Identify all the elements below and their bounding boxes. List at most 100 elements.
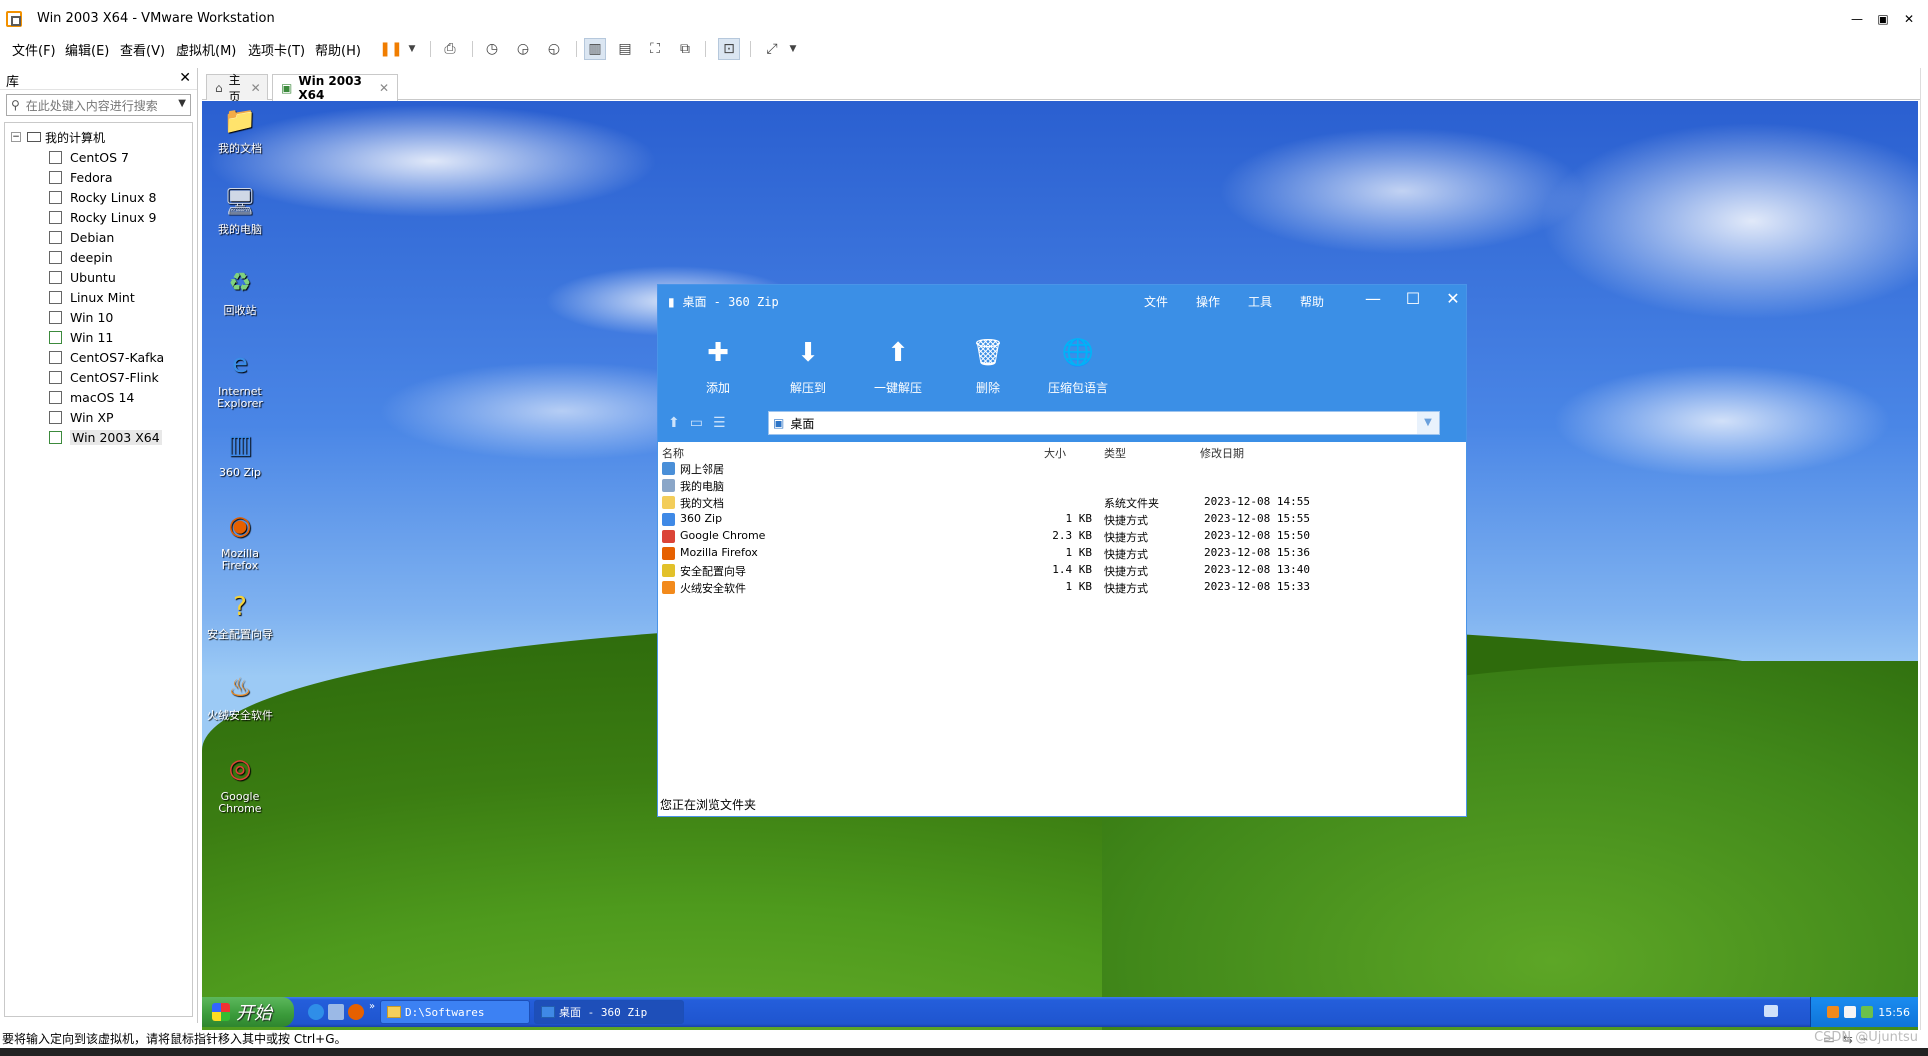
tree-vm-item[interactable]: Win 10 xyxy=(5,307,192,327)
tree-root-my-computer[interactable]: − 我的计算机 xyxy=(5,127,192,147)
quicklaunch-firefox-icon[interactable] xyxy=(348,1004,364,1020)
guest-taskbar: 开始 » D:\Softwares 桌面 - 360 Zip 15:56 xyxy=(202,997,1918,1027)
desktop-icon-item[interactable]: ♻ 回收站 xyxy=(202,265,278,317)
desktop-icon-item[interactable]: 🖥 我的电脑 xyxy=(202,184,278,236)
desktop-icon-item[interactable]: ? 安全配置向导 xyxy=(202,589,278,641)
tree-vm-item[interactable]: Win 2003 X64 xyxy=(5,427,192,447)
col-type[interactable]: 类型 xyxy=(1104,445,1126,461)
close-button[interactable]: ✕ xyxy=(1896,9,1922,29)
thumbnail-view-icon[interactable]: ▭ xyxy=(690,415,703,431)
collapse-icon[interactable]: − xyxy=(11,132,21,142)
tree-vm-item[interactable]: Ubuntu xyxy=(5,267,192,287)
tab-win2003[interactable]: ▣ Win 2003 X64 ✕ xyxy=(272,74,398,102)
close-library-icon[interactable]: ✕ xyxy=(179,70,191,86)
huorong-tray-icon[interactable] xyxy=(1827,1006,1840,1018)
tree-vm-item[interactable]: Win 11 xyxy=(5,327,192,347)
col-name[interactable]: 名称 xyxy=(662,445,684,461)
zip-file-row[interactable]: 360 Zip 1 KB 快捷方式 2023-12-08 15:55 xyxy=(662,511,1462,528)
menu-edit[interactable]: 编辑(E) xyxy=(65,40,109,59)
full-screen-icon[interactable]: ⛶ xyxy=(644,38,666,60)
zip-delete-button[interactable]: 🗑 删除 xyxy=(948,333,1028,396)
stretch-dropdown-icon[interactable]: ▼ xyxy=(782,38,804,60)
zip-file-row[interactable]: Mozilla Firefox 1 KB 快捷方式 2023-12-08 15:36 xyxy=(662,545,1462,562)
menu-file[interactable]: 文件(F) xyxy=(12,40,56,59)
tree-vm-item[interactable]: Rocky Linux 9 xyxy=(5,207,192,227)
tray-notification-icon[interactable] xyxy=(1764,1005,1778,1017)
zip-menu-tools[interactable]: 工具 xyxy=(1248,293,1272,310)
zip-file-row[interactable]: 我的文档 系统文件夹 2023-12-08 14:55 xyxy=(662,494,1462,511)
folder-documents-icon: 📁 xyxy=(223,106,257,136)
thumbnail-bar-icon[interactable]: ▤ xyxy=(614,38,636,60)
taskbar-item-360zip[interactable]: 桌面 - 360 Zip xyxy=(534,1000,684,1024)
guest-desktop[interactable]: 📁 我的文档 🖥 我的电脑 ♻ 回收站 e Internet Explorer ▥ 360 Zip… xyxy=(202,101,1918,1030)
up-arrow-icon[interactable]: ⬆ xyxy=(668,415,680,431)
snapshot-manager-icon[interactable]: ◵ xyxy=(543,38,565,60)
tree-vm-item[interactable]: Linux Mint xyxy=(5,287,192,307)
taskbar-item-softwares[interactable]: D:\Softwares xyxy=(380,1000,530,1024)
close-tab-icon[interactable]: ✕ xyxy=(379,81,389,95)
show-library-icon[interactable]: ▥ xyxy=(584,38,606,60)
desktop-icon-item[interactable]: e Internet Explorer xyxy=(202,346,278,410)
zip-menu-action[interactable]: 操作 xyxy=(1196,293,1220,310)
zip-language-button[interactable]: 🌐 压缩包语言 xyxy=(1038,333,1118,396)
zip-address-bar[interactable]: ▣ 桌面 ▼ xyxy=(768,411,1440,435)
unity-icon[interactable]: ⧉ xyxy=(674,38,696,60)
tree-vm-item[interactable]: CentOS7-Flink xyxy=(5,367,192,387)
tree-vm-item[interactable]: Rocky Linux 8 xyxy=(5,187,192,207)
tree-vm-item[interactable]: CentOS 7 xyxy=(5,147,192,167)
maximize-button[interactable]: ▣ xyxy=(1870,9,1896,29)
zip-minimize-button[interactable]: — xyxy=(1358,289,1388,308)
tree-vm-item[interactable]: Fedora xyxy=(5,167,192,187)
library-search-input[interactable]: ⚲ 在此处键入内容进行搜索 ▼ xyxy=(6,94,191,116)
revert-snapshot-icon[interactable]: ◶ xyxy=(512,38,534,60)
tab-home[interactable]: ⌂ 主页 ✕ xyxy=(206,73,268,104)
desktop-icon-item[interactable]: 📁 我的文档 xyxy=(202,103,278,155)
zip-maximize-button[interactable]: ☐ xyxy=(1398,289,1428,308)
zip-menu-file[interactable]: 文件 xyxy=(1144,293,1168,310)
address-dropdown-icon[interactable]: ▼ xyxy=(1417,412,1439,434)
zip-file-row[interactable]: 我的电脑 xyxy=(662,477,1462,494)
menu-tabs[interactable]: 选项卡(T) xyxy=(248,40,305,59)
file-size: 1 KB xyxy=(1065,580,1093,593)
zip-close-button[interactable]: ✕ xyxy=(1438,289,1468,308)
menu-help[interactable]: 帮助(H) xyxy=(315,40,361,59)
tree-vm-item[interactable]: CentOS7-Kafka xyxy=(5,347,192,367)
pause-dropdown-icon[interactable]: ▼ xyxy=(401,38,423,60)
zip-add-button[interactable]: ✚ 添加 xyxy=(678,333,758,396)
zip-file-row[interactable]: 火绒安全软件 1 KB 快捷方式 2023-12-08 15:33 xyxy=(662,579,1462,596)
col-modified[interactable]: 修改日期 xyxy=(1200,445,1244,461)
list-view-icon[interactable]: ☰ xyxy=(713,415,726,431)
desktop-icon-item[interactable]: ◉ Mozilla Firefox xyxy=(202,508,278,572)
vmware-tools-tray-icon[interactable] xyxy=(1844,1006,1857,1018)
minimize-button[interactable]: — xyxy=(1844,9,1870,29)
menu-vm[interactable]: 虚拟机(M) xyxy=(176,40,236,59)
desktop-icon-item[interactable]: ♨ 火绒安全软件 xyxy=(202,670,278,722)
console-view-icon[interactable]: ⊡ xyxy=(718,38,740,60)
quicklaunch-more-icon[interactable]: » xyxy=(369,1001,375,1012)
quicklaunch-ie-icon[interactable] xyxy=(308,1004,324,1020)
menu-view[interactable]: 查看(V) xyxy=(120,40,165,59)
desktop-icon-item[interactable]: ◎ Google Chrome xyxy=(202,751,278,815)
search-dropdown-icon[interactable]: ▼ xyxy=(178,98,186,109)
stretch-guest-icon[interactable]: ⤢ xyxy=(761,38,783,60)
tree-vm-item[interactable]: deepin xyxy=(5,247,192,267)
zip-window: ▮ 桌面 - 360 Zip 文件 操作 工具 帮助 — ☐ ✕ ✚ 添加 ⬇ … xyxy=(657,284,1467,817)
quicklaunch-explorer-icon[interactable] xyxy=(328,1004,344,1020)
col-size[interactable]: 大小 xyxy=(1044,445,1066,461)
start-button[interactable]: 开始 xyxy=(202,997,294,1027)
desktop-icon-item[interactable]: ▥ 360 Zip xyxy=(202,427,278,479)
zip-menu-help[interactable]: 帮助 xyxy=(1300,293,1324,310)
close-tab-icon[interactable]: ✕ xyxy=(251,81,261,95)
zip-file-row[interactable]: 安全配置向导 1.4 KB 快捷方式 2023-12-08 13:40 xyxy=(662,562,1462,579)
send-keys-icon[interactable]: ⎙ xyxy=(439,38,461,60)
tree-vm-item[interactable]: macOS 14 xyxy=(5,387,192,407)
zip-one-click-extract-button[interactable]: ⬆ 一键解压 xyxy=(858,333,938,396)
zip-file-row[interactable]: Google Chrome 2.3 KB 快捷方式 2023-12-08 15:50 xyxy=(662,528,1462,545)
zip-file-row[interactable]: 网上邻居 xyxy=(662,460,1462,477)
tree-vm-item[interactable]: Win XP xyxy=(5,407,192,427)
pause-icon[interactable]: ❚❚ xyxy=(379,38,402,60)
zip-extract-to-button[interactable]: ⬇ 解压到 xyxy=(768,333,848,396)
tree-vm-item[interactable]: Debian xyxy=(5,227,192,247)
network-tray-icon[interactable] xyxy=(1861,1006,1874,1018)
snapshot-icon[interactable]: ◷ xyxy=(481,38,503,60)
